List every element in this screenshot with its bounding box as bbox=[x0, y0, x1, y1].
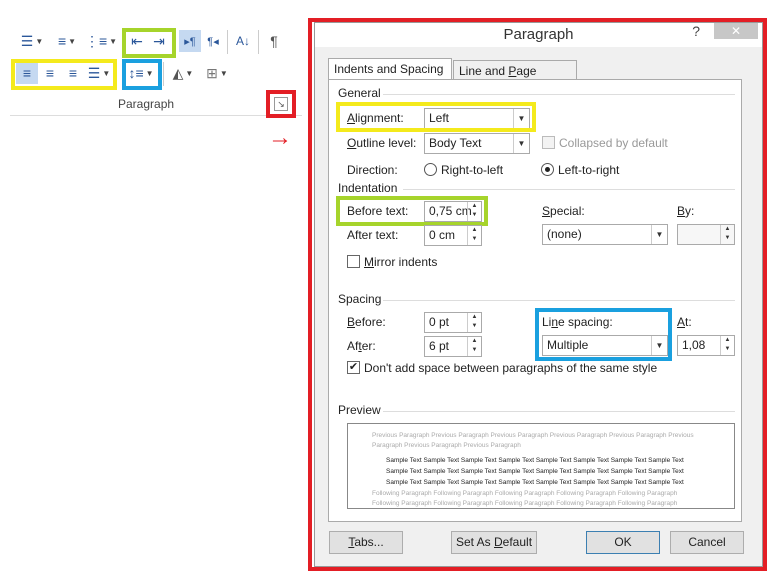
spacing-after-label: After: bbox=[347, 339, 376, 353]
collapsed-label: Collapsed by default bbox=[559, 136, 668, 150]
chevron-down-icon: ▼ bbox=[35, 36, 44, 46]
spacing-after-value: 6 pt bbox=[429, 339, 450, 353]
ribbon-separator bbox=[258, 30, 259, 54]
outline-level-label: Outline level: bbox=[347, 136, 417, 150]
before-text-highlight bbox=[336, 196, 488, 226]
preview-sample-text: Sample Text Sample Text Sample Text Samp… bbox=[386, 457, 684, 486]
spacing-heading: Spacing bbox=[338, 292, 382, 306]
group-divider bbox=[10, 115, 302, 116]
chevron-down-icon: ▼ bbox=[219, 68, 228, 78]
left-to-right-icon: ▸¶ bbox=[184, 35, 196, 48]
section-divider bbox=[383, 94, 735, 95]
tabs-button[interactable]: Tabs... bbox=[329, 531, 403, 554]
section-divider bbox=[403, 189, 735, 190]
shading-button[interactable]: ◭ ▼ bbox=[168, 62, 198, 84]
special-label: Special: bbox=[542, 204, 585, 218]
at-spinner[interactable]: 1,08 ▲ ▼ bbox=[677, 335, 735, 356]
bullets-button[interactable]: ☰ ▼ bbox=[17, 30, 47, 52]
ltr-radio[interactable] bbox=[541, 163, 554, 176]
dont-add-space-checkbox[interactable]: ✔ bbox=[347, 361, 360, 374]
borders-button[interactable]: ⊞ ▼ bbox=[202, 62, 232, 84]
dialog-launcher-icon: ↘ bbox=[277, 98, 285, 109]
chevron-down-icon: ▼ bbox=[109, 36, 118, 46]
cancel-button[interactable]: Cancel bbox=[670, 531, 744, 554]
rtl-radio[interactable] bbox=[424, 163, 437, 176]
right-to-left-icon: ¶◂ bbox=[207, 35, 219, 48]
by-label: By: bbox=[677, 204, 695, 218]
spacing-before-label: Before: bbox=[347, 315, 386, 329]
spacing-before-value: 0 pt bbox=[429, 315, 450, 329]
paragraph-dialog: Paragraph ? ✕ Indents and Spacing Line a… bbox=[314, 22, 763, 567]
check-icon: ✔ bbox=[348, 361, 359, 373]
preview-heading: Preview bbox=[338, 403, 381, 417]
spin-arrows-icon[interactable]: ▲ ▼ bbox=[467, 337, 481, 356]
section-divider bbox=[383, 300, 735, 301]
ok-button[interactable]: OK bbox=[586, 531, 660, 554]
chevron-down-icon: ▼ bbox=[185, 68, 194, 78]
arrow-right-icon: → bbox=[268, 124, 292, 151]
help-button[interactable]: ? bbox=[692, 23, 700, 39]
spacing-before-spinner[interactable]: 0 pt ▲ ▼ bbox=[424, 312, 482, 333]
spin-arrows-icon[interactable]: ▲ ▼ bbox=[720, 225, 734, 244]
alignment-field-highlight bbox=[336, 102, 536, 132]
sort-icon: A↓ bbox=[235, 34, 250, 48]
at-value: 1,08 bbox=[682, 338, 706, 352]
mirror-indents-checkbox[interactable] bbox=[347, 255, 360, 268]
dont-add-space-label: Don't add space between paragraphs of th… bbox=[364, 361, 658, 375]
right-to-left-button[interactable]: ¶◂ bbox=[202, 30, 224, 52]
spin-arrows-icon[interactable]: ▲ ▼ bbox=[467, 313, 481, 332]
borders-icon: ⊞ bbox=[206, 64, 218, 81]
shading-icon: ◭ bbox=[172, 64, 184, 81]
after-text-label: After text: bbox=[347, 228, 399, 242]
general-heading: General bbox=[338, 86, 381, 100]
spin-arrows-icon[interactable]: ▲ ▼ bbox=[467, 226, 481, 245]
left-to-right-button[interactable]: ▸¶ bbox=[179, 30, 201, 52]
show-marks-button[interactable]: ¶ bbox=[263, 30, 285, 52]
after-text-value: 0 cm bbox=[429, 228, 456, 242]
outline-level-value: Body Text bbox=[429, 136, 482, 150]
preview-box: Previous Paragraph Previous Paragraph Pr… bbox=[347, 423, 735, 509]
at-label: At: bbox=[677, 315, 692, 329]
mirror-indents-label: Mirror indents bbox=[364, 255, 438, 269]
direction-label: Direction: bbox=[347, 163, 398, 177]
numbering-icon: ≡ bbox=[57, 33, 67, 49]
ribbon-separator bbox=[163, 62, 164, 86]
ribbon-separator bbox=[227, 30, 228, 54]
pilcrow-icon: ¶ bbox=[270, 33, 278, 49]
preview-previous-text: Previous Paragraph Previous Paragraph Pr… bbox=[372, 432, 694, 449]
section-divider bbox=[383, 411, 735, 412]
multilevel-list-icon: ⋮≡ bbox=[84, 32, 108, 49]
close-button[interactable]: ✕ bbox=[714, 23, 758, 39]
chevron-down-icon: ▼ bbox=[651, 225, 667, 244]
chevron-down-icon: ▼ bbox=[68, 36, 77, 46]
preview-following-text: Following Paragraph Following Paragraph … bbox=[372, 490, 678, 507]
line-spacing-field-highlight bbox=[535, 308, 672, 361]
group-label: Paragraph bbox=[118, 97, 175, 111]
spin-arrows-icon[interactable]: ▲ ▼ bbox=[720, 336, 734, 355]
indent-highlight bbox=[122, 28, 176, 58]
collapsed-checkbox[interactable] bbox=[542, 136, 555, 149]
alignment-highlight bbox=[11, 59, 117, 90]
dialog-launcher-button[interactable]: ↘ bbox=[274, 97, 288, 111]
ltr-label: Left-to-right bbox=[558, 163, 620, 177]
indentation-heading: Indentation bbox=[338, 181, 398, 195]
chevron-down-icon: ▼ bbox=[513, 134, 529, 153]
sort-button[interactable]: A↓ bbox=[232, 30, 254, 52]
dialog-titlebar: Paragraph ? ✕ bbox=[315, 23, 762, 47]
multilevel-list-button[interactable]: ⋮≡ ▼ bbox=[84, 30, 118, 52]
after-text-spinner[interactable]: 0 cm ▲ ▼ bbox=[424, 225, 482, 246]
bullets-icon: ☰ bbox=[20, 32, 34, 49]
line-spacing-highlight bbox=[122, 59, 162, 90]
special-value: (none) bbox=[547, 227, 582, 241]
numbering-button[interactable]: ≡ ▼ bbox=[51, 30, 83, 52]
special-select[interactable]: (none) ▼ bbox=[542, 224, 668, 245]
tab-indents-spacing[interactable]: Indents and Spacing bbox=[328, 58, 452, 80]
rtl-label: Right-to-left bbox=[441, 163, 504, 177]
ribbon-paragraph-group: ☰ ▼ ≡ ▼ ⋮≡ ▼ ⇤ ⇥ ▸¶ ¶◂ A↓ ¶ ≡ ≡ ≡ ☰ ▼ ↕≡ ▼ ◭ ▼… bbox=[0, 0, 305, 120]
set-default-button[interactable]: Set As Default bbox=[451, 531, 537, 554]
by-spinner[interactable]: ▲ ▼ bbox=[677, 224, 735, 245]
outline-level-select[interactable]: Body Text ▼ bbox=[424, 133, 530, 154]
spacing-after-spinner[interactable]: 6 pt ▲ ▼ bbox=[424, 336, 482, 357]
